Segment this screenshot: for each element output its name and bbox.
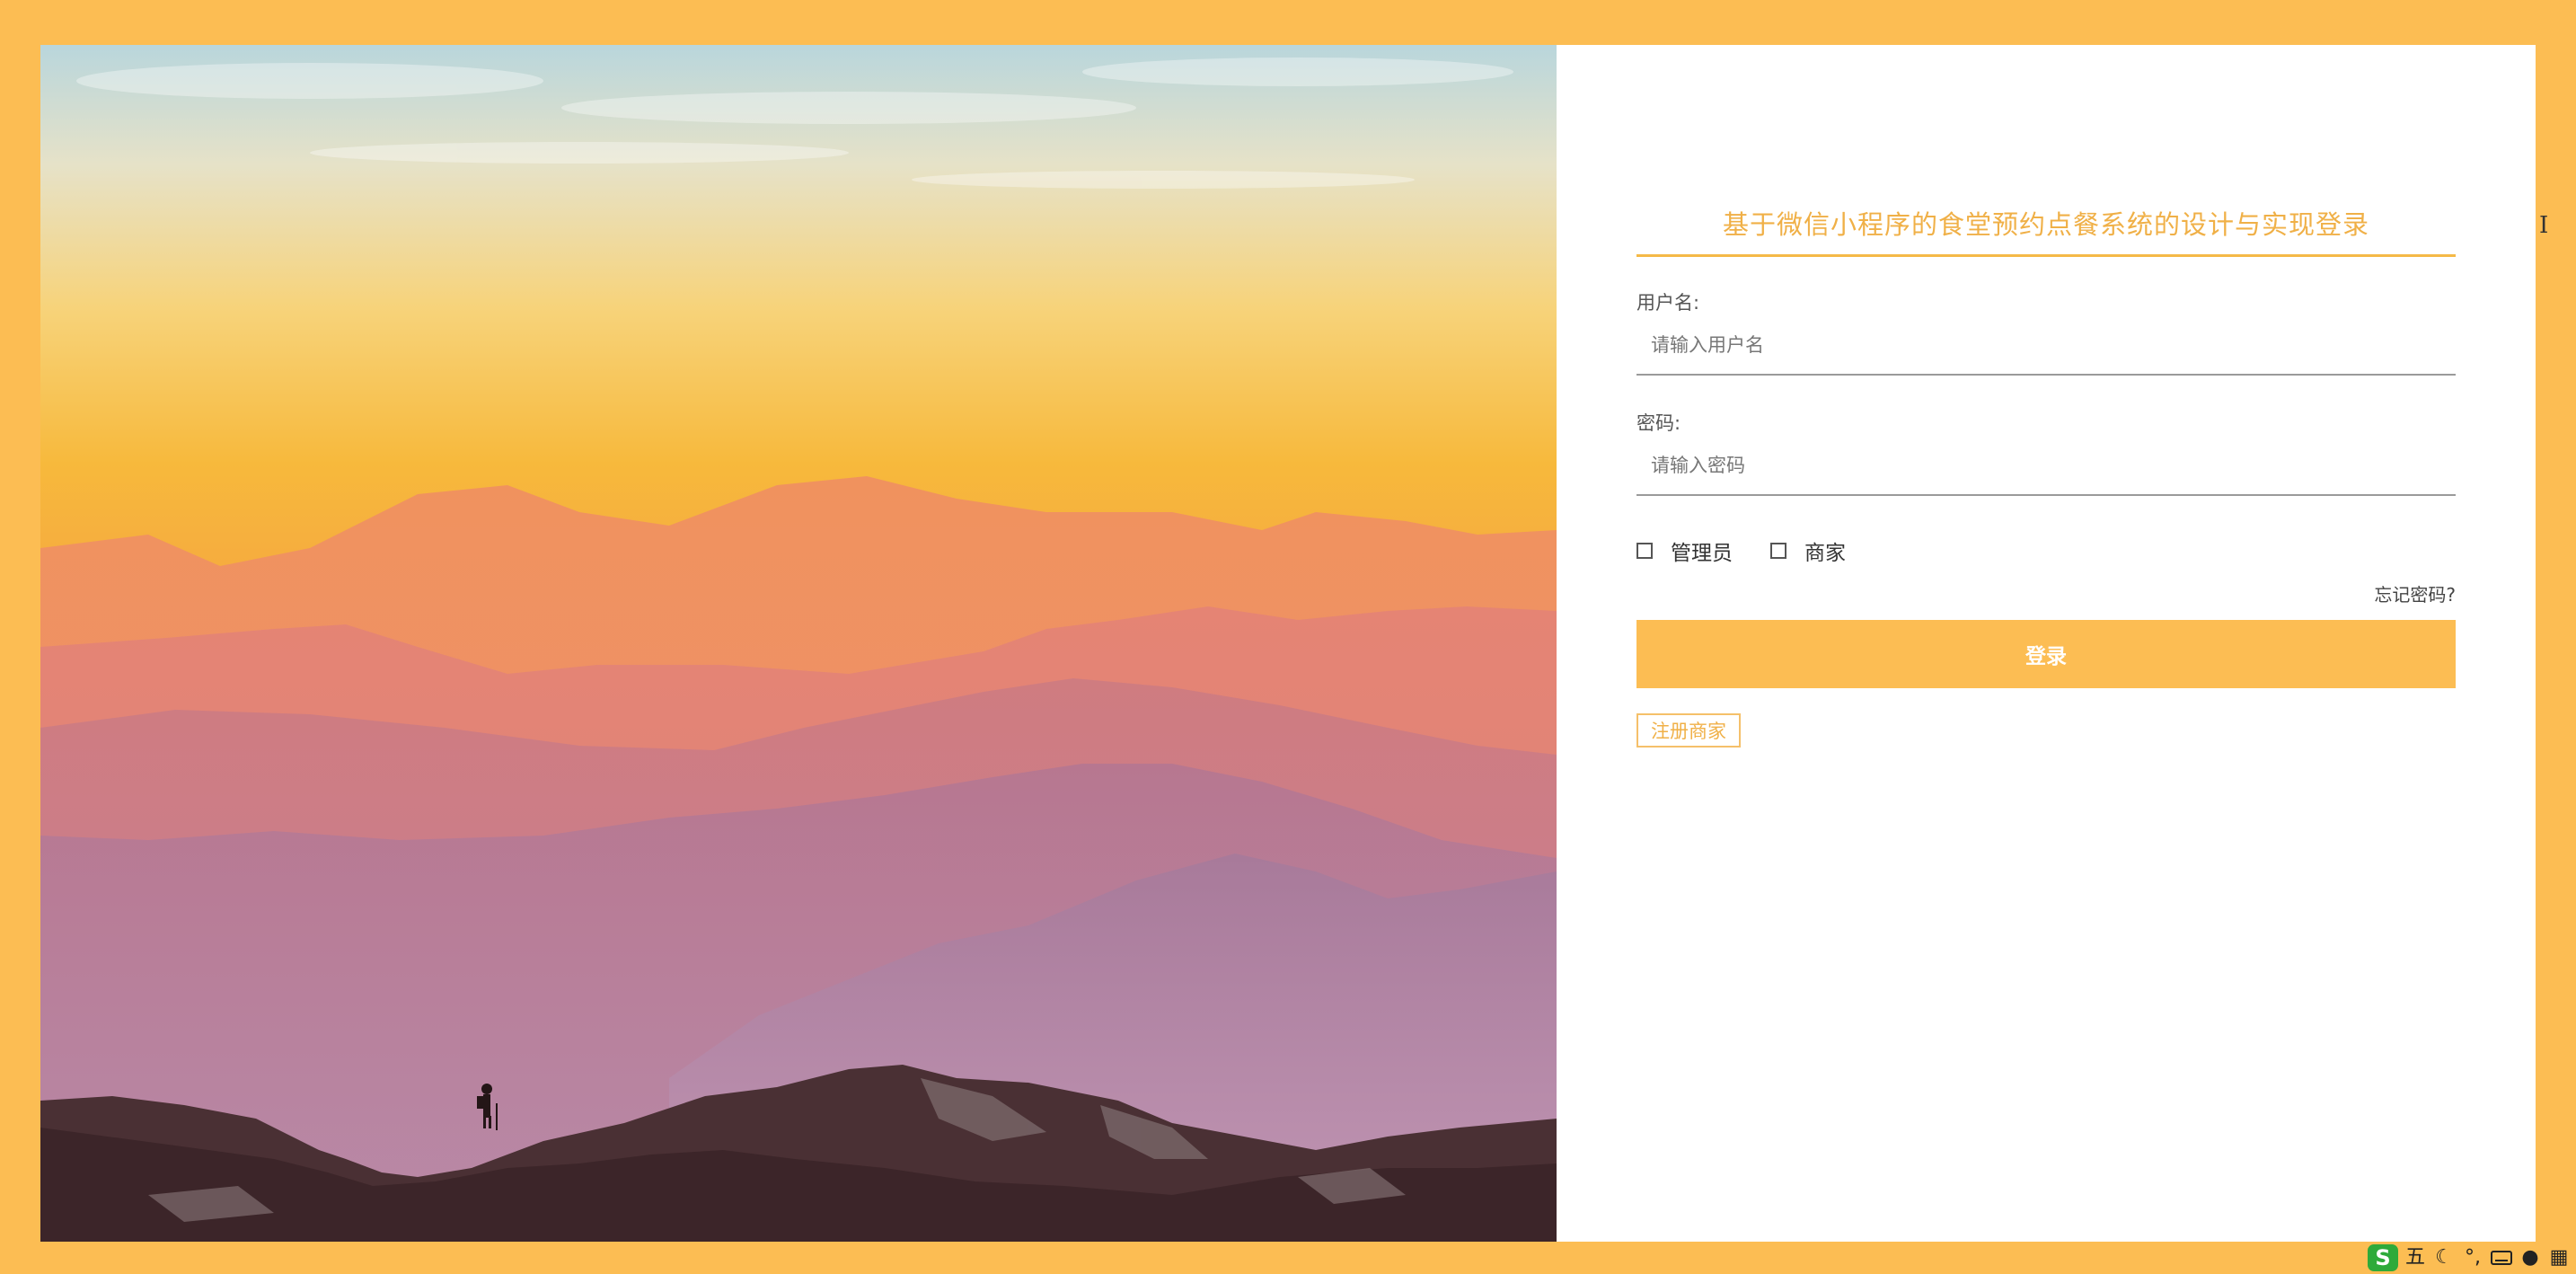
page-title: 基于微信小程序的食堂预约点餐系统的设计与实现登录 <box>1722 209 2369 240</box>
keyboard-icon[interactable] <box>2490 1244 2513 1271</box>
grid-icon[interactable]: ▦ <box>2547 1244 2571 1271</box>
moon-icon[interactable]: ☾ <box>2432 1244 2456 1271</box>
forgot-row: 忘记密码? <box>1636 580 2456 607</box>
merchant-label: 商家 <box>1804 542 1846 565</box>
system-tray: S 五 ☾ °, ● ▦ <box>2362 1242 2576 1274</box>
username-label: 用户名: <box>1636 292 1700 314</box>
mountain-sunset-image <box>40 45 1557 1242</box>
role-admin-option[interactable]: 管理员 <box>1636 535 1733 566</box>
login-page: 基于微信小程序的食堂预约点餐系统的设计与实现登录 用户名: 密码: 管理员 商家… <box>40 45 2548 1242</box>
ime-logo-icon[interactable]: S <box>2368 1244 2398 1271</box>
text-cursor-icon: I <box>2539 212 2549 239</box>
login-form: 基于微信小程序的食堂预约点餐系统的设计与实现登录 用户名: 密码: 管理员 商家… <box>1636 202 2456 748</box>
password-label: 密码: <box>1636 412 1681 434</box>
merchant-checkbox[interactable] <box>1770 543 1786 559</box>
register-row: 注册商家 <box>1636 713 2456 748</box>
password-input[interactable] <box>1636 437 2456 496</box>
title-underline: 基于微信小程序的食堂预约点餐系统的设计与实现登录 <box>1636 202 2456 257</box>
forgot-password-link[interactable]: 忘记密码? <box>2374 584 2456 606</box>
login-panel: 基于微信小程序的食堂预约点餐系统的设计与实现登录 用户名: 密码: 管理员 商家… <box>1557 45 2548 1242</box>
role-selector: 管理员 商家 <box>1636 535 2456 566</box>
ime-mode-indicator[interactable]: 五 <box>2404 1244 2427 1271</box>
admin-checkbox[interactable] <box>1636 543 1653 559</box>
role-merchant-option[interactable]: 商家 <box>1770 535 1846 566</box>
register-merchant-link[interactable]: 注册商家 <box>1636 713 1741 748</box>
login-button[interactable]: 登录 <box>1636 620 2456 688</box>
admin-label: 管理员 <box>1671 542 1733 565</box>
username-input[interactable] <box>1636 316 2456 376</box>
user-icon[interactable]: ● <box>2519 1244 2542 1271</box>
punctuation-icon[interactable]: °, <box>2461 1244 2484 1271</box>
